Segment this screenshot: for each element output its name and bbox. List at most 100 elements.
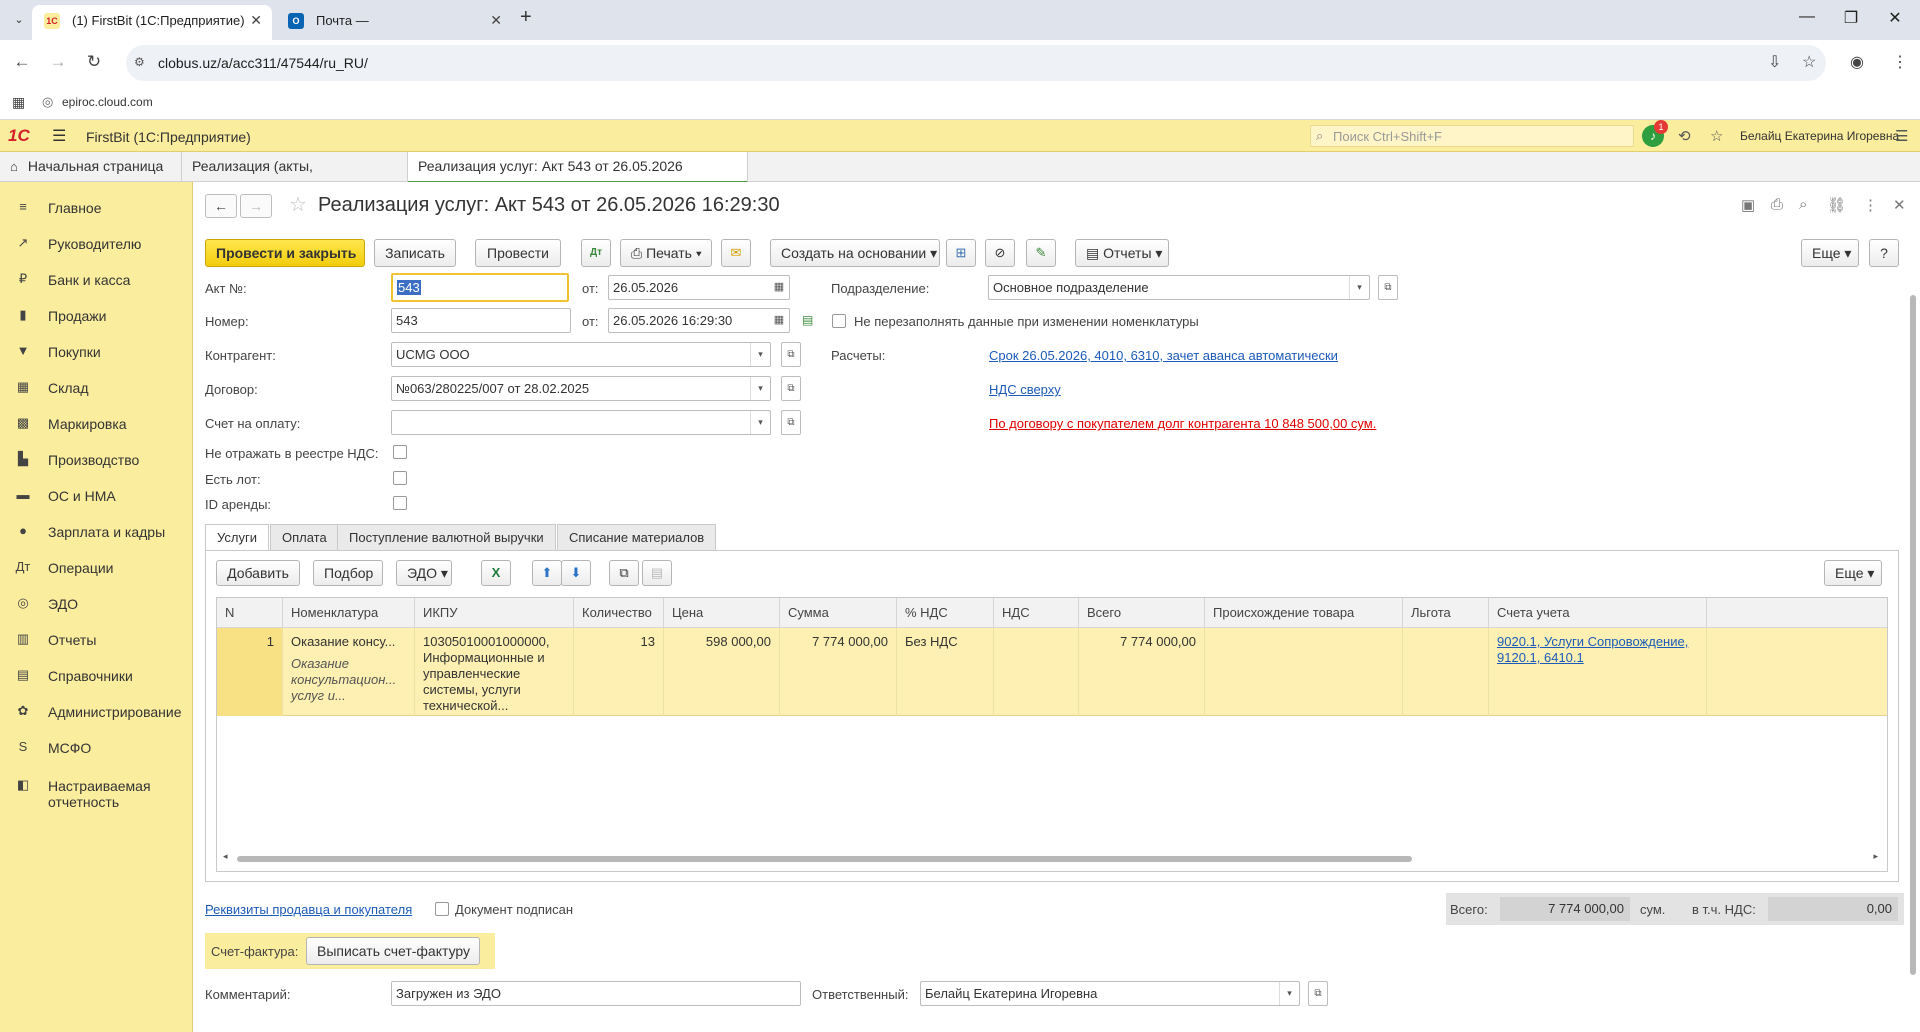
cell-price[interactable]: 598 000,00 xyxy=(664,628,780,716)
cell-nomenclature[interactable]: Оказание консу... Оказание консультацион.… xyxy=(283,628,415,716)
sidebar-item-0[interactable]: ≡ Главное xyxy=(0,190,193,222)
vertical-scrollbar[interactable] xyxy=(1909,295,1917,985)
bookmark-star-icon[interactable]: ☆ xyxy=(1802,52,1816,72)
forward-arrow-icon[interactable]: → xyxy=(240,194,272,218)
horizontal-scrollbar[interactable]: ◂ ▸ xyxy=(223,851,1878,863)
close-tab-icon[interactable]: ✕ xyxy=(490,5,502,36)
sidebar-item-2[interactable]: ₽ Банк и касса xyxy=(0,262,193,294)
cell-quantity[interactable]: 13 xyxy=(574,628,664,716)
no-vat-registry-checkbox[interactable] xyxy=(393,445,407,459)
sidebar-item-12[interactable]: ▥ Отчеты xyxy=(0,622,193,654)
sidebar-item-10[interactable]: Дт Операции xyxy=(0,550,193,582)
number-settings-icon[interactable]: ▤ xyxy=(802,313,813,327)
print-icon[interactable]: ⎙ xyxy=(1771,196,1783,213)
responsible-field[interactable]: Белайц Екатерина Игоревна ▾ xyxy=(920,981,1300,1006)
lease-id-checkbox[interactable] xyxy=(393,496,407,510)
sidebar-item-7[interactable]: ▙ Производство xyxy=(0,442,193,474)
column-header[interactable]: Происхождение товара xyxy=(1205,598,1403,628)
column-header[interactable]: N xyxy=(217,598,283,628)
bookmark-epiroc[interactable]: epiroc.cloud.com xyxy=(62,95,153,109)
profile-icon[interactable]: ◉ xyxy=(1850,52,1864,72)
document-signed-checkbox[interactable] xyxy=(435,902,449,916)
attachment-icon[interactable]: ⊘ xyxy=(985,239,1015,267)
link-icon[interactable]: ⛓ xyxy=(1827,196,1846,214)
paste-rows-icon[interactable]: ▤ xyxy=(642,560,672,586)
open-invoice-icon[interactable]: ⧉ xyxy=(781,410,801,435)
cell-sum[interactable]: 7 774 000,00 xyxy=(780,628,897,716)
table-more-button[interactable]: Еще ▾ xyxy=(1824,560,1882,586)
cell-origin[interactable] xyxy=(1205,628,1403,716)
new-tab-icon[interactable]: + xyxy=(520,6,532,29)
scroll-left-icon[interactable]: ◂ xyxy=(223,851,228,862)
print-button[interactable]: ⎙ Печать ▾ xyxy=(620,239,712,267)
sign-icon[interactable]: ✎ xyxy=(1026,239,1056,267)
copy-rows-icon[interactable]: ⧉ xyxy=(609,560,639,586)
post-button[interactable]: Провести xyxy=(475,239,561,267)
back-arrow-icon[interactable]: ← xyxy=(205,194,237,218)
tab-sales-list[interactable]: Реализация (акты, накладные)✕ xyxy=(182,152,408,203)
edo-button[interactable]: ЭДО ▾ xyxy=(396,560,452,586)
debt-warning-link[interactable]: По договору с покупателем долг контраген… xyxy=(989,416,1376,431)
forward-icon[interactable]: → xyxy=(46,52,70,72)
column-header[interactable]: НДС xyxy=(994,598,1079,628)
division-field[interactable]: Основное подразделение ▾ xyxy=(988,275,1370,300)
scrollbar-thumb[interactable] xyxy=(1910,295,1916,975)
no-refill-checkbox[interactable] xyxy=(832,314,846,328)
settings-menu-icon[interactable]: ☰ xyxy=(1895,127,1908,145)
close-window-icon[interactable]: ✕ xyxy=(1880,8,1910,28)
comment-field[interactable]: Загружен из ЭДО xyxy=(391,981,801,1006)
help-button[interactable]: ? xyxy=(1869,239,1899,267)
cell-benefit[interactable] xyxy=(1403,628,1489,716)
cell-total[interactable]: 7 774 000,00 xyxy=(1079,628,1205,716)
sidebar-item-16[interactable]: ◧ Настраиваемая отчетность xyxy=(0,768,193,810)
move-up-icon[interactable]: ⬆ xyxy=(532,560,562,586)
reports-button[interactable]: ▤ Отчеты ▾ xyxy=(1075,239,1169,267)
table-row[interactable]: 1 Оказание консу... Оказание консультацио… xyxy=(217,628,1887,716)
move-down-icon[interactable]: ⬇ xyxy=(561,560,591,586)
invoice-field[interactable]: ▾ xyxy=(391,410,771,435)
has-lot-checkbox[interactable] xyxy=(393,471,407,485)
reload-icon[interactable]: ↻ xyxy=(82,52,106,72)
email-icon[interactable]: ✉ xyxy=(721,239,751,267)
browser-tab-mail[interactable]: O Почта — LTDzhantaeva@1cbit... ✕ xyxy=(276,5,512,59)
open-division-icon[interactable]: ⧉ xyxy=(1378,275,1398,300)
dropdown-arrow-icon[interactable]: ▾ xyxy=(1349,276,1369,299)
sidebar-item-3[interactable]: ▮ Продажи xyxy=(0,298,193,330)
tab-materials-writeoff[interactable]: Списание материалов xyxy=(557,524,717,551)
tab-currency-proceeds[interactable]: Поступление валютной выручки xyxy=(337,524,556,551)
notifications-bell-icon[interactable]: ♪ 1 xyxy=(1642,120,1668,147)
post-and-close-button[interactable]: Провести и закрыть xyxy=(205,239,365,267)
structure-icon[interactable]: ⊞ xyxy=(946,239,976,267)
sidebar-item-6[interactable]: ▩ Маркировка xyxy=(0,406,193,438)
save-disk-icon[interactable]: ▣ xyxy=(1741,196,1755,214)
column-header[interactable]: Всего xyxy=(1079,598,1205,628)
dt-kt-icon[interactable]: Дт xyxy=(581,239,611,267)
accounts-link[interactable]: 9020.1, Услуги Сопровождение, 9120.1, 64… xyxy=(1497,634,1688,665)
main-menu-icon[interactable]: ☰ xyxy=(52,126,66,146)
dropdown-arrow-icon[interactable]: ▾ xyxy=(1279,982,1299,1005)
counterparty-field[interactable]: UCMG OOO ▾ xyxy=(391,342,771,367)
sidebar-item-15[interactable]: S МСФО xyxy=(0,730,193,762)
scroll-right-icon[interactable]: ▸ xyxy=(1873,851,1878,862)
open-responsible-icon[interactable]: ⧉ xyxy=(1308,981,1328,1006)
column-header[interactable]: Количество xyxy=(574,598,664,628)
browser-tab-firstbit[interactable]: 1С (1) FirstBit (1С:Предприятие) ✕ xyxy=(32,5,272,40)
cell-vat[interactable] xyxy=(994,628,1079,716)
add-row-button[interactable]: Добавить xyxy=(216,560,300,586)
browser-menu-icon[interactable]: ⋮ xyxy=(1892,52,1908,72)
tab-services[interactable]: Услуги xyxy=(205,524,269,552)
save-button[interactable]: Записать xyxy=(374,239,456,267)
column-header[interactable]: Сумма xyxy=(780,598,897,628)
column-header[interactable]: Номенклатура xyxy=(283,598,415,628)
column-header[interactable]: Цена xyxy=(664,598,780,628)
calendar-icon[interactable]: ▦ xyxy=(769,309,789,332)
user-name[interactable]: Белайц Екатерина Игоревна xyxy=(1740,129,1899,143)
column-header[interactable]: ИКПУ xyxy=(415,598,574,628)
vat-on-top-link[interactable]: НДС сверху xyxy=(989,382,1061,397)
back-icon[interactable]: ← xyxy=(10,52,34,72)
calendar-icon[interactable]: ▦ xyxy=(769,276,789,299)
install-app-icon[interactable]: ⇩ xyxy=(1768,52,1781,72)
create-based-on-button[interactable]: Создать на основании ▾ xyxy=(770,239,940,267)
column-header[interactable]: % НДС xyxy=(897,598,994,628)
url-field[interactable]: ⚙ clobus.uz/a/acc311/47544/ru_RU/ xyxy=(126,45,1826,81)
